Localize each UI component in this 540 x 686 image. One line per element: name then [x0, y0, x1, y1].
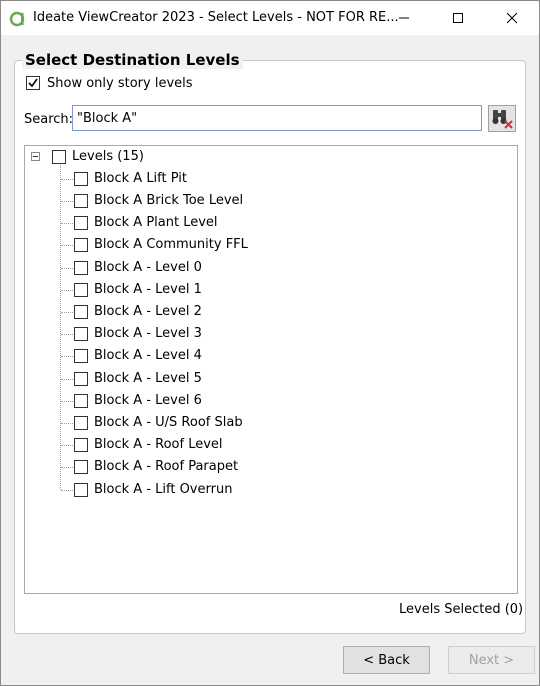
binoculars-clear-icon — [492, 110, 513, 129]
window-title: Ideate ViewCreator 2023 - Select Levels … — [33, 10, 399, 25]
level-item[interactable]: Block A - Roof Parapet — [94, 459, 238, 474]
tree-connector — [61, 268, 73, 269]
level-item[interactable]: Block A - U/S Roof Slab — [94, 415, 243, 430]
tree-connector — [61, 201, 73, 202]
tree-connector — [61, 245, 73, 246]
level-item[interactable]: Block A - Roof Level — [94, 437, 223, 452]
level-item[interactable]: Block A - Level 3 — [94, 326, 202, 341]
level-item[interactable]: Block A - Level 0 — [94, 260, 202, 275]
tree-connector — [61, 467, 73, 468]
clear-search-button[interactable] — [488, 105, 516, 132]
level-checkbox[interactable] — [74, 327, 88, 341]
level-item[interactable]: Block A - Level 5 — [94, 371, 202, 386]
level-checkbox[interactable] — [74, 305, 88, 319]
dialog-window: Ideate ViewCreator 2023 - Select Levels … — [0, 0, 540, 686]
tree-connector — [61, 490, 73, 491]
levels-tree[interactable] — [24, 145, 518, 594]
tree-connector — [61, 445, 73, 446]
level-checkbox[interactable] — [74, 194, 88, 208]
levels-root-checkbox[interactable] — [52, 150, 66, 164]
tree-connector — [61, 401, 73, 402]
tree-connector — [61, 312, 73, 313]
show-story-levels-label: Show only story levels — [47, 76, 193, 91]
level-item[interactable]: Block A Brick Toe Level — [94, 193, 243, 208]
next-button[interactable]: Next > — [448, 646, 535, 674]
level-item[interactable]: Block A Community FFL — [94, 237, 248, 252]
minimize-icon — [399, 17, 409, 19]
levels-selected-count: Levels Selected (0) — [399, 602, 524, 617]
tree-connector — [61, 334, 73, 335]
close-icon — [506, 12, 518, 24]
level-item[interactable]: Block A - Level 1 — [94, 282, 202, 297]
level-item[interactable]: Block A Lift Pit — [94, 171, 187, 186]
level-item[interactable]: Block A - Lift Overrun — [94, 482, 232, 497]
maximize-icon — [453, 13, 463, 23]
minimize-button[interactable] — [381, 1, 427, 35]
level-checkbox[interactable] — [74, 416, 88, 430]
tree-connector — [61, 290, 73, 291]
back-button[interactable]: < Back — [343, 646, 430, 674]
level-item[interactable]: Block A Plant Level — [94, 215, 218, 230]
checkmark-icon — [28, 78, 38, 88]
level-item[interactable]: Block A - Level 4 — [94, 348, 202, 363]
level-checkbox[interactable] — [74, 283, 88, 297]
level-item[interactable]: Block A - Level 2 — [94, 304, 202, 319]
search-label: Search: — [24, 112, 74, 127]
collapse-toggle[interactable] — [31, 152, 40, 161]
tree-connector — [61, 423, 73, 424]
tree-connector — [61, 223, 73, 224]
tree-connector — [61, 356, 73, 357]
level-checkbox[interactable] — [74, 261, 88, 275]
group-title: Select Destination Levels — [22, 51, 243, 69]
title-bar[interactable]: Ideate ViewCreator 2023 - Select Levels … — [1, 1, 539, 35]
level-checkbox[interactable] — [74, 394, 88, 408]
tree-connector — [60, 165, 61, 490]
level-checkbox[interactable] — [74, 438, 88, 452]
level-item[interactable]: Block A - Level 6 — [94, 393, 202, 408]
level-checkbox[interactable] — [74, 238, 88, 252]
tree-connector — [61, 179, 73, 180]
ideate-app-icon — [9, 11, 25, 27]
close-button[interactable] — [489, 1, 535, 35]
level-checkbox[interactable] — [74, 460, 88, 474]
level-checkbox[interactable] — [74, 483, 88, 497]
levels-root-label: Levels (15) — [72, 149, 144, 164]
search-input[interactable] — [72, 105, 482, 131]
maximize-button[interactable] — [435, 1, 481, 35]
level-checkbox[interactable] — [74, 349, 88, 363]
show-story-levels-checkbox[interactable] — [26, 76, 40, 90]
level-checkbox[interactable] — [74, 372, 88, 386]
level-checkbox[interactable] — [74, 172, 88, 186]
tree-connector — [61, 379, 73, 380]
level-checkbox[interactable] — [74, 216, 88, 230]
